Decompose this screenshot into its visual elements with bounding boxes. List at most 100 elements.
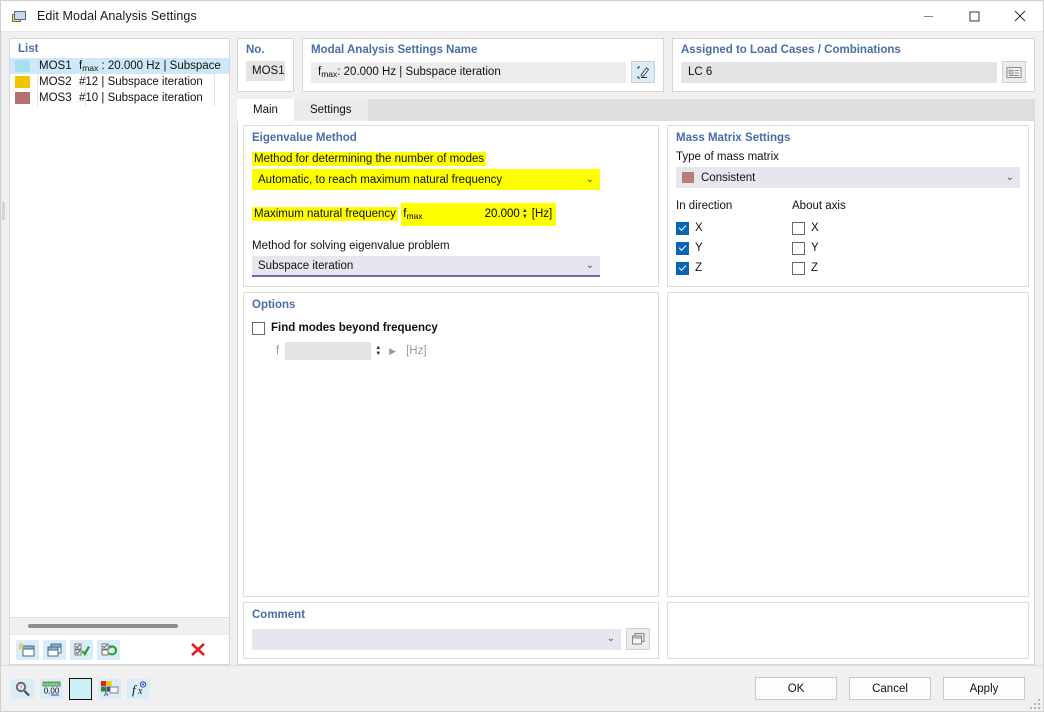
f-expand-icon[interactable]: ▶ (389, 346, 396, 357)
find-modes-row[interactable]: Find modes beyond frequency (252, 318, 650, 338)
solve-method-label: Method for solving eigenvalue problem (252, 240, 450, 252)
name-panel: Modal Analysis Settings Name f max : 20.0… (302, 38, 664, 92)
mass-direction-columns: In direction X Y Z About axis X Y Z (676, 200, 1020, 278)
f-symbol: f (276, 345, 280, 357)
mass-matrix-type-value: Consistent (701, 171, 756, 184)
eigenvalue-method-section: Eigenvalue Method Method for determining… (243, 125, 659, 287)
list-item-description: #10 | Subspace iteration (79, 92, 203, 104)
about-axis-z-checkbox[interactable] (792, 261, 805, 275)
fmax-stepper[interactable]: ▲ ▼ (522, 208, 528, 220)
tab-panel-main: Eigenvalue Method Method for determining… (237, 121, 1035, 665)
assigned-label: Assigned to Load Cases / Combinations (681, 44, 901, 56)
color-tool-button[interactable] (69, 677, 92, 700)
in-direction-y-row[interactable]: Y (676, 238, 792, 258)
comment-library-icon[interactable] (626, 628, 650, 650)
name-field[interactable]: f max : 20.000 Hz | Subspace iteration (311, 61, 626, 83)
ok-button[interactable]: OK (755, 677, 837, 700)
scrollbar-thumb[interactable] (28, 624, 178, 628)
cancel-button[interactable]: Cancel (849, 677, 931, 700)
load-case-picker-icon[interactable] (1002, 61, 1026, 83)
number-panel: No. MOS1 (237, 38, 294, 92)
upper-sections: Eigenvalue Method Method for determining… (243, 125, 1029, 287)
about-axis-z-row[interactable]: Z (792, 258, 908, 278)
fmax-unit: [Hz] (531, 208, 553, 220)
minimize-button[interactable] (905, 1, 951, 32)
about-axis-y-checkbox[interactable] (792, 241, 805, 255)
about-axis-y-label: Y (811, 242, 819, 254)
list-item-name: MOS2 (39, 76, 72, 88)
list-item[interactable]: MOS1 fmax : 20.000 Hz | Subspace (10, 58, 229, 74)
in-direction-x-checkbox[interactable] (676, 221, 689, 235)
tab-filler (367, 99, 1035, 121)
mass-matrix-type-combobox[interactable]: Consistent ⌄ (676, 167, 1020, 188)
list-item[interactable]: MOS2 #12 | Subspace iteration (10, 74, 229, 90)
color-swatch (15, 76, 30, 88)
formula-tool-button[interactable]: f x (127, 678, 150, 699)
solve-method-value: Subspace iteration (258, 259, 354, 272)
list-header: List (9, 38, 230, 58)
tab-settings[interactable]: Settings (293, 99, 368, 121)
search-tool-button[interactable]: ? (11, 678, 34, 699)
in-direction-x-row[interactable]: X (676, 218, 792, 238)
list-item-name: MOS1 (39, 60, 72, 72)
assigned-panel: Assigned to Load Cases / Combinations LC… (672, 38, 1035, 92)
find-modes-checkbox[interactable] (252, 321, 265, 335)
right-column: No. MOS1 Modal Analysis Settings Name fm… (237, 38, 1035, 665)
empty-right-section (667, 292, 1029, 597)
panel-splitter-handle[interactable] (2, 202, 5, 220)
method-modes-value: Automatic, to reach maximum natural freq… (258, 173, 503, 186)
chevron-down-icon: ⌄ (585, 259, 594, 271)
edit-name-icon[interactable] (631, 61, 655, 83)
list-horizontal-scrollbar[interactable] (10, 617, 229, 634)
maximize-button[interactable] (951, 1, 997, 32)
list-box[interactable]: MOS1 fmax : 20.000 Hz | Subspace MOS2 #1… (9, 58, 230, 665)
f-input[interactable] (285, 342, 372, 360)
units-tool-button[interactable]: 0,00 (40, 678, 63, 699)
new-item-button[interactable] (16, 639, 39, 660)
about-axis-x-row[interactable]: X (792, 218, 908, 238)
invert-selection-button[interactable] (97, 639, 120, 660)
number-value: MOS1 (246, 61, 285, 81)
tab-strip: Main Settings (237, 99, 1035, 121)
chevron-down-icon: ⌄ (606, 633, 615, 644)
svg-text:0,00: 0,00 (44, 687, 60, 696)
edit-modal-analysis-settings-window: Edit Modal Analysis Settings List MOS1 f… (0, 0, 1044, 712)
lower-sections: Options Find modes beyond frequency f ▲ ▼… (243, 292, 1029, 597)
fmax-input[interactable]: 20.000 (422, 205, 524, 223)
resize-grip[interactable] (1028, 697, 1040, 709)
delete-item-button[interactable] (186, 640, 209, 660)
dialog-footer: ? 0,00 A f x OK Cancel Apply (1, 665, 1043, 711)
method-modes-combobox[interactable]: Automatic, to reach maximum natural freq… (252, 169, 600, 190)
list-panel: List MOS1 fmax : 20.000 Hz | Subspace MO… (9, 38, 230, 665)
list-toolbar (10, 634, 229, 664)
dialog-buttons: OK Cancel Apply (755, 677, 1033, 700)
tab-main[interactable]: Main (237, 99, 294, 121)
about-axis-x-checkbox[interactable] (792, 221, 805, 235)
in-direction-y-checkbox[interactable] (676, 241, 689, 255)
list-item-name: MOS3 (39, 92, 72, 104)
in-direction-z-row[interactable]: Z (676, 258, 792, 278)
in-direction-column: In direction X Y Z (676, 200, 792, 278)
empty-comment-right-section (667, 602, 1029, 659)
list-item[interactable]: MOS3 #10 | Subspace iteration (10, 90, 229, 106)
display-properties-button[interactable]: A (98, 678, 121, 699)
in-direction-z-checkbox[interactable] (676, 261, 689, 275)
comment-combobox[interactable]: ⌄ (252, 628, 621, 650)
mass-matrix-type-label: Type of mass matrix (676, 151, 779, 163)
find-modes-frequency-row: f ▲ ▼ ▶ [Hz] (252, 342, 650, 360)
apply-button[interactable]: Apply (943, 677, 1025, 700)
options-title: Options (252, 299, 296, 311)
assigned-value[interactable]: LC 6 (681, 61, 997, 83)
copy-item-button[interactable] (43, 639, 66, 660)
name-label: Modal Analysis Settings Name (311, 44, 478, 56)
list-item-description: #12 | Subspace iteration (79, 76, 203, 88)
select-all-button[interactable] (70, 639, 93, 660)
fmax-symbol: fmax (403, 208, 423, 221)
fmax-field-group: fmax 20.000 ▲ ▼ [Hz] (401, 203, 557, 226)
chevron-down-icon: ⌄ (585, 173, 594, 185)
close-button[interactable] (997, 1, 1043, 32)
about-axis-y-row[interactable]: Y (792, 238, 908, 258)
f-stepper[interactable]: ▲ ▼ (375, 345, 381, 357)
in-direction-x-label: X (695, 222, 703, 234)
solve-method-combobox[interactable]: Subspace iteration ⌄ (252, 256, 600, 277)
